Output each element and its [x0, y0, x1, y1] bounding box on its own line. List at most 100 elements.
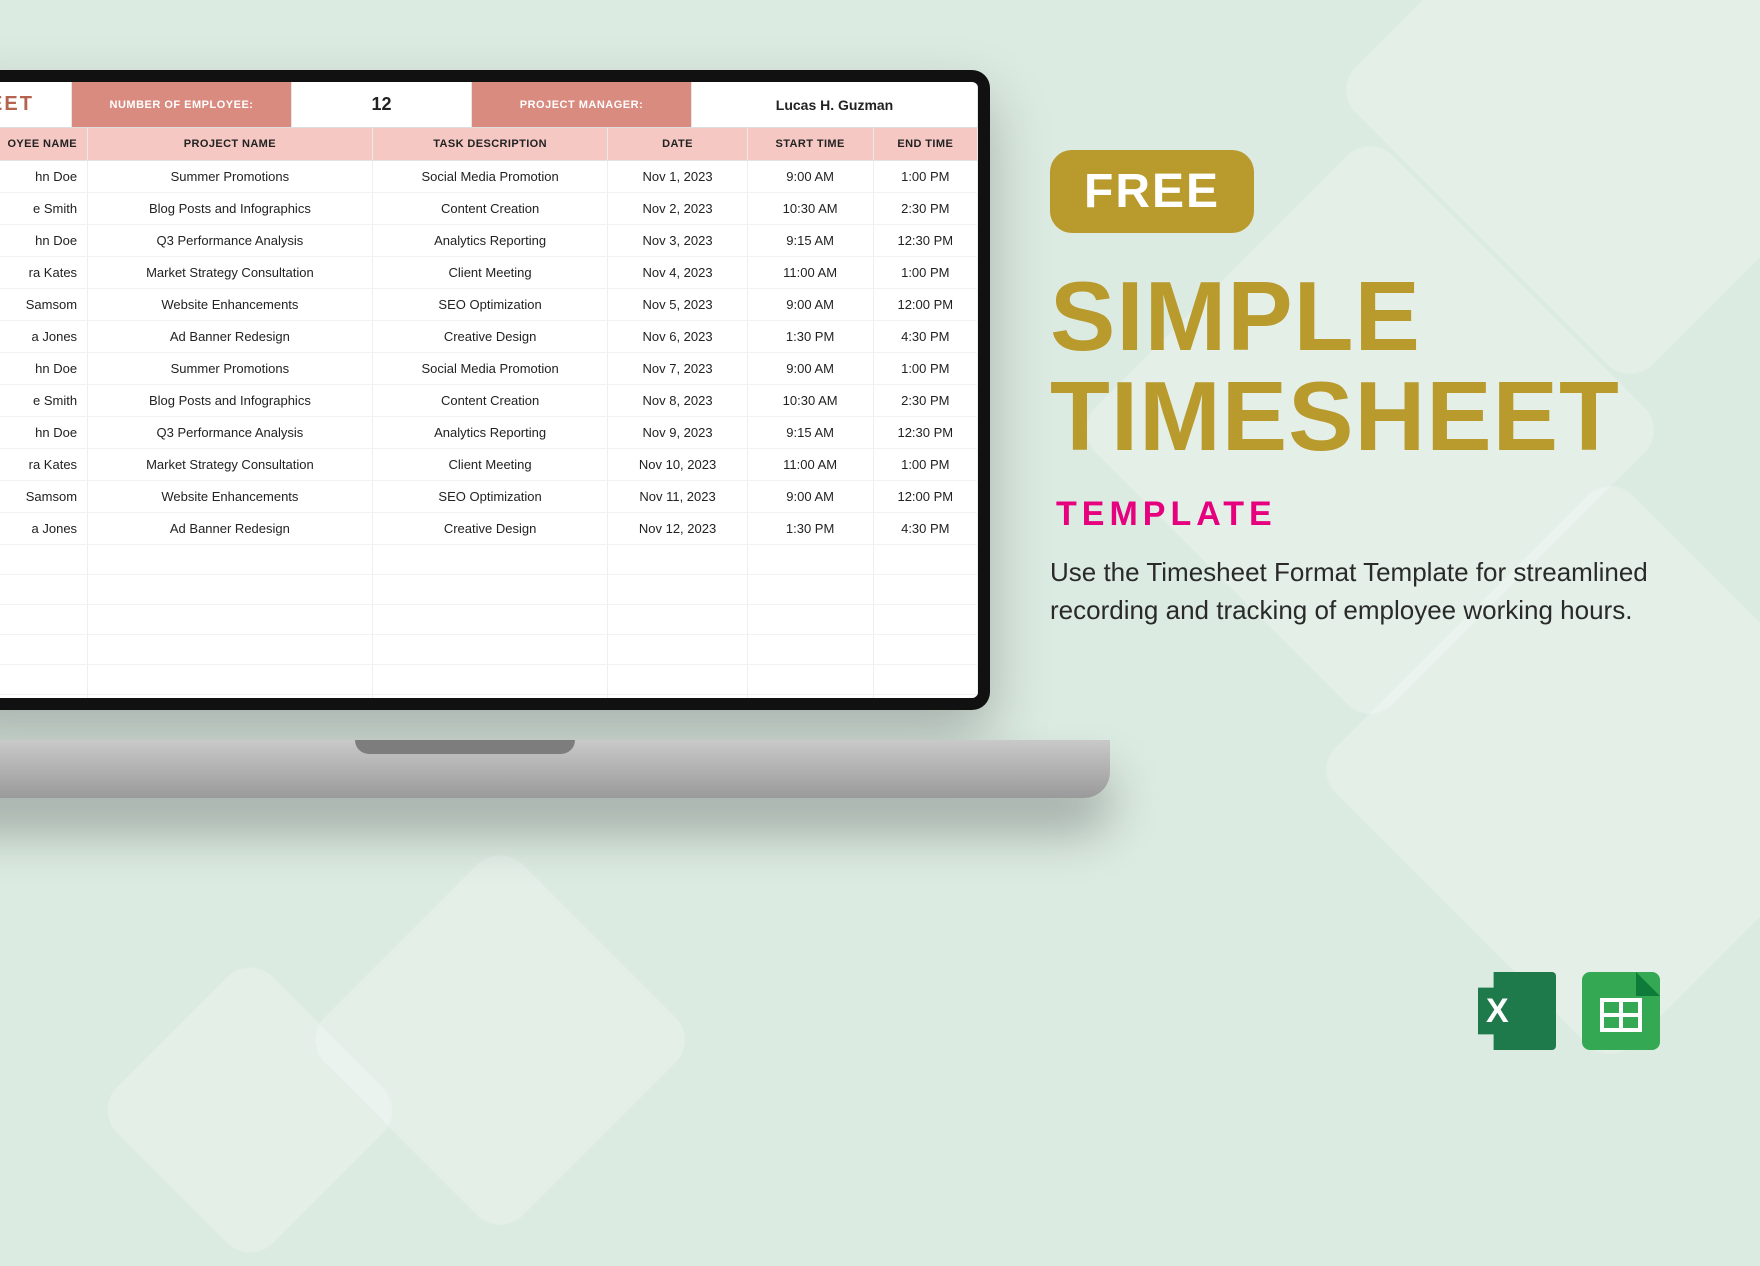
project-manager-label: PROJECT MANAGER:	[472, 82, 692, 127]
project-manager-value: Lucas H. Guzman	[692, 82, 978, 127]
col-header: TASK DESCRIPTION	[372, 128, 608, 161]
table-row: a JonesAd Banner RedesignCreative Design…	[0, 321, 978, 353]
cell: Q3 Performance Analysis	[88, 417, 373, 449]
cell: Nov 5, 2023	[608, 289, 747, 321]
cell: Ad Banner Redesign	[88, 513, 373, 545]
template-word: TEMPLATE	[1056, 495, 1690, 534]
cell: Analytics Reporting	[372, 417, 608, 449]
excel-icon	[1478, 972, 1556, 1050]
cell: Creative Design	[372, 513, 608, 545]
cell: Client Meeting	[372, 449, 608, 481]
free-badge: FREE	[1050, 150, 1254, 233]
cell: 12:30 PM	[873, 225, 977, 257]
cell: 1:00 PM	[873, 353, 977, 385]
cell: 12:00 PM	[873, 481, 977, 513]
table-row: SamsomWebsite EnhancementsSEO Optimizati…	[0, 289, 978, 321]
cell: 9:15 AM	[747, 417, 873, 449]
cell: e Smith	[0, 385, 88, 417]
cell: 9:00 AM	[747, 481, 873, 513]
table-row-empty	[0, 665, 978, 695]
cell: Social Media Promotion	[372, 161, 608, 193]
cell: Nov 9, 2023	[608, 417, 747, 449]
timesheet-spreadsheet: EET NUMBER OF EMPLOYEE: 12 PROJECT MANAG…	[0, 82, 978, 698]
laptop-screen-frame: EET NUMBER OF EMPLOYEE: 12 PROJECT MANAG…	[0, 70, 990, 710]
cell: SEO Optimization	[372, 481, 608, 513]
cell: Nov 7, 2023	[608, 353, 747, 385]
cell: SEO Optimization	[372, 289, 608, 321]
table-row: hn DoeQ3 Performance AnalysisAnalytics R…	[0, 417, 978, 449]
table-row: hn DoeSummer PromotionsSocial Media Prom…	[0, 353, 978, 385]
title-line-2: TIMESHEET	[1050, 367, 1690, 467]
cell: Nov 10, 2023	[608, 449, 747, 481]
cell: Nov 12, 2023	[608, 513, 747, 545]
cell: Nov 6, 2023	[608, 321, 747, 353]
cell: 11:00 AM	[747, 449, 873, 481]
cell: Content Creation	[372, 385, 608, 417]
col-header: OYEE NAME	[0, 128, 88, 161]
cell: Nov 8, 2023	[608, 385, 747, 417]
file-type-icons	[1478, 972, 1660, 1050]
cell: Summer Promotions	[88, 353, 373, 385]
table-row: e SmithBlog Posts and InfographicsConten…	[0, 193, 978, 225]
cell: 12:30 PM	[873, 417, 977, 449]
cell: Blog Posts and Infographics	[88, 193, 373, 225]
col-header: PROJECT NAME	[88, 128, 373, 161]
cell: 9:00 AM	[747, 353, 873, 385]
cell: Nov 1, 2023	[608, 161, 747, 193]
cell: Client Meeting	[372, 257, 608, 289]
cell: 1:00 PM	[873, 161, 977, 193]
laptop-screen: EET NUMBER OF EMPLOYEE: 12 PROJECT MANAG…	[0, 82, 978, 698]
table-row: ra KatesMarket Strategy ConsultationClie…	[0, 257, 978, 289]
cell: 4:30 PM	[873, 513, 977, 545]
cell: hn Doe	[0, 161, 88, 193]
table-row-empty	[0, 575, 978, 605]
cell: Nov 2, 2023	[608, 193, 747, 225]
cell: Creative Design	[372, 321, 608, 353]
cell: Nov 3, 2023	[608, 225, 747, 257]
cell: 1:30 PM	[747, 513, 873, 545]
cell: hn Doe	[0, 225, 88, 257]
cell: ra Kates	[0, 449, 88, 481]
laptop-mockup: EET NUMBER OF EMPLOYEE: 12 PROJECT MANAG…	[0, 70, 990, 790]
laptop-base	[0, 740, 1110, 798]
cell: a Jones	[0, 513, 88, 545]
cell: Social Media Promotion	[372, 353, 608, 385]
cell: Samsom	[0, 481, 88, 513]
cell: 1:00 PM	[873, 257, 977, 289]
table-row-empty	[0, 545, 978, 575]
num-employee-label: NUMBER OF EMPLOYEE:	[72, 82, 292, 127]
cell: a Jones	[0, 321, 88, 353]
table-row: hn DoeQ3 Performance AnalysisAnalytics R…	[0, 225, 978, 257]
cell: 11:00 AM	[747, 257, 873, 289]
cell: 10:30 AM	[747, 385, 873, 417]
sheet-title-fragment: EET	[0, 82, 72, 127]
cell: hn Doe	[0, 417, 88, 449]
table-row: ra KatesMarket Strategy ConsultationClie…	[0, 449, 978, 481]
cell: 9:00 AM	[747, 161, 873, 193]
col-header: END TIME	[873, 128, 977, 161]
table-row: e SmithBlog Posts and InfographicsConten…	[0, 385, 978, 417]
cell: Summer Promotions	[88, 161, 373, 193]
table-row-empty	[0, 695, 978, 699]
sheet-header-strip: EET NUMBER OF EMPLOYEE: 12 PROJECT MANAG…	[0, 82, 978, 128]
bg-decor	[302, 842, 698, 1238]
promo-panel: FREE SIMPLE TIMESHEET TEMPLATE Use the T…	[1050, 150, 1690, 629]
table-row: SamsomWebsite EnhancementsSEO Optimizati…	[0, 481, 978, 513]
cell: Website Enhancements	[88, 481, 373, 513]
cell: ra Kates	[0, 257, 88, 289]
cell: Website Enhancements	[88, 289, 373, 321]
cell: 9:15 AM	[747, 225, 873, 257]
cell: 1:00 PM	[873, 449, 977, 481]
cell: Nov 11, 2023	[608, 481, 747, 513]
google-sheets-icon	[1582, 972, 1660, 1050]
cell: Content Creation	[372, 193, 608, 225]
cell: Nov 4, 2023	[608, 257, 747, 289]
table-row-empty	[0, 605, 978, 635]
cell: 1:30 PM	[747, 321, 873, 353]
col-header: START TIME	[747, 128, 873, 161]
cell: Market Strategy Consultation	[88, 449, 373, 481]
cell: 2:30 PM	[873, 385, 977, 417]
cell: Q3 Performance Analysis	[88, 225, 373, 257]
table-row-empty	[0, 635, 978, 665]
cell: 10:30 AM	[747, 193, 873, 225]
